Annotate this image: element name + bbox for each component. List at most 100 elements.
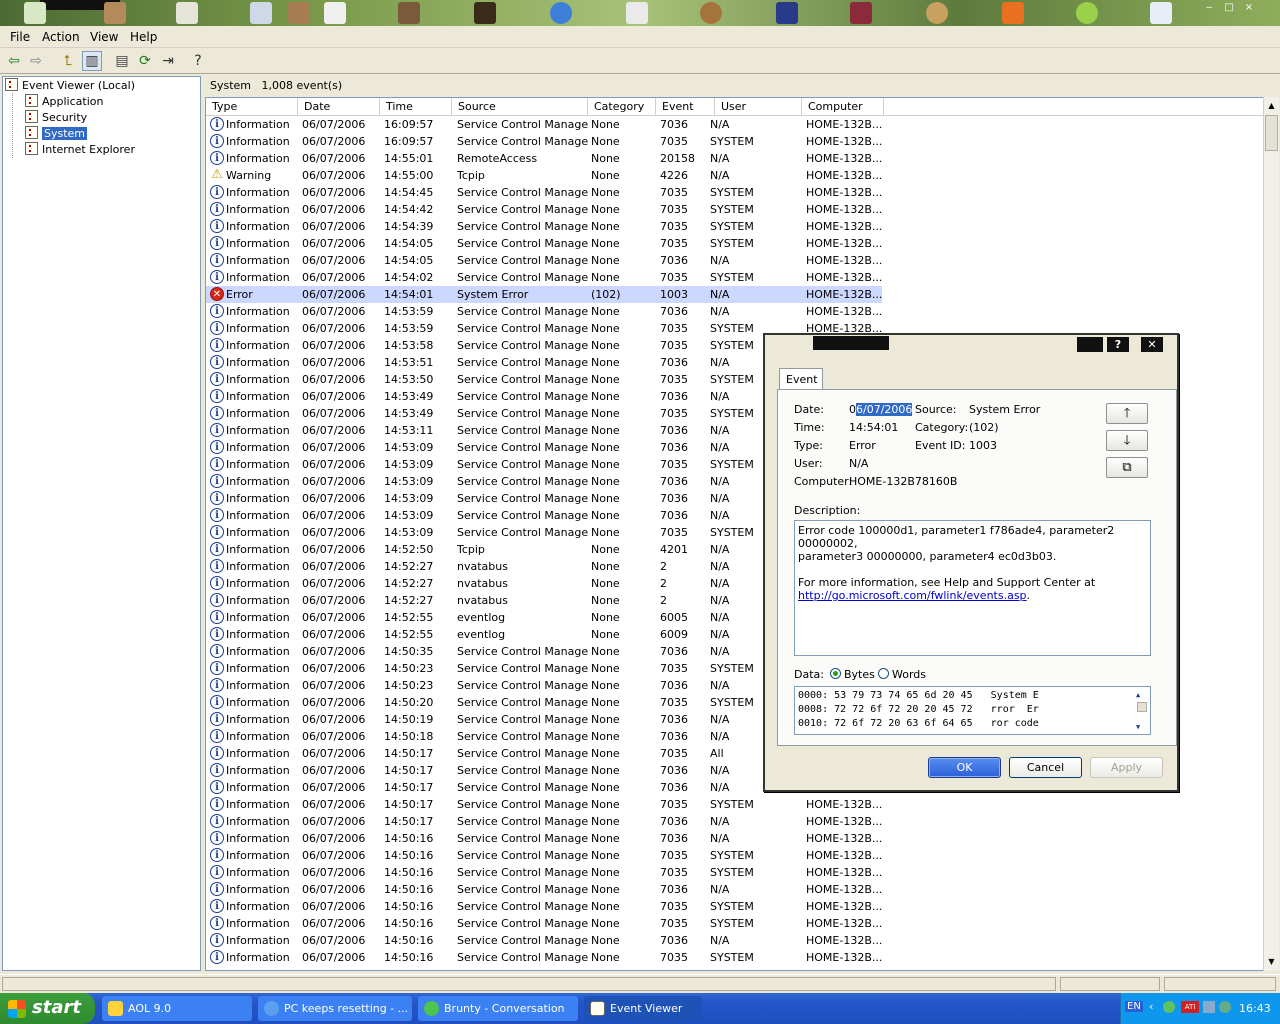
document-icon[interactable] xyxy=(176,2,198,24)
table-row[interactable]: i Information 06/07/2006 14:54:39 Service Co… xyxy=(206,218,1263,235)
vnc-icon[interactable] xyxy=(776,2,798,24)
table-row[interactable]: i Information 06/07/2006 14:54:02 Service Co… xyxy=(206,269,1263,286)
clock[interactable]: 16:43 xyxy=(1239,1002,1271,1015)
tree-root[interactable]: Event Viewer (Local) xyxy=(5,78,135,94)
window-icon[interactable] xyxy=(1150,2,1172,24)
scroll-thumb[interactable] xyxy=(1265,115,1278,151)
desktop-shortcut-icon[interactable] xyxy=(104,2,126,24)
menu-help[interactable]: Help xyxy=(130,30,157,44)
table-row[interactable]: i Information 06/07/2006 16:09:57 Service Co… xyxy=(206,116,1263,133)
table-row[interactable]: i Information 06/07/2006 14:54:42 Service Co… xyxy=(206,201,1263,218)
table-row[interactable]: i Information 06/07/2006 14:50:16 Service Co… xyxy=(206,864,1263,881)
table-row[interactable]: i Information 06/07/2006 14:54:05 Service Co… xyxy=(206,252,1263,269)
table-row[interactable]: i Information 06/07/2006 14:50:16 Service Co… xyxy=(206,847,1263,864)
internet-explorer-icon[interactable] xyxy=(550,2,572,24)
task-conversation[interactable]: Brunty - Conversation xyxy=(418,996,578,1021)
messenger-icon[interactable] xyxy=(1163,1001,1175,1013)
table-row[interactable]: i Information 06/07/2006 14:50:16 Service Co… xyxy=(206,915,1263,932)
minimize-icon[interactable]: ‒ xyxy=(1200,2,1218,14)
table-row[interactable]: i Information 06/07/2006 14:50:16 Service Co… xyxy=(206,932,1263,949)
data-hex-box[interactable]: 0000: 53 79 73 74 65 6d 20 45 System E 00… xyxy=(794,686,1151,735)
event-list-scrollbar[interactable]: ▲ ▼ xyxy=(1263,97,1279,971)
table-row[interactable]: i Information 06/07/2006 14:50:16 Service Co… xyxy=(206,949,1263,966)
column-event[interactable]: Event xyxy=(656,98,715,116)
language-indicator[interactable]: EN xyxy=(1125,1001,1143,1012)
table-row[interactable]: i Information 06/07/2006 14:50:17 Service Co… xyxy=(206,796,1263,813)
game-controller-icon[interactable] xyxy=(250,2,272,24)
column-computer[interactable]: Computer xyxy=(802,98,884,116)
books-icon[interactable] xyxy=(850,2,872,24)
game-icon[interactable] xyxy=(474,2,496,24)
scroll-thumb[interactable] xyxy=(1137,702,1147,712)
ati-icon[interactable]: ATI xyxy=(1181,1001,1199,1013)
menu-file[interactable]: File xyxy=(10,30,30,44)
menu-action[interactable]: Action xyxy=(42,30,80,44)
table-row[interactable]: i Information 06/07/2006 14:50:16 Service Co… xyxy=(206,881,1263,898)
scroll-down-icon[interactable]: ▼ xyxy=(1136,720,1140,734)
column-time[interactable]: Time xyxy=(380,98,452,116)
column-type[interactable]: Type xyxy=(206,98,298,116)
table-row[interactable]: i Information 06/07/2006 14:50:16 Service Co… xyxy=(206,898,1263,915)
task-aol[interactable]: AOL 9.0 xyxy=(102,996,252,1021)
character-icon[interactable] xyxy=(926,2,948,24)
table-row[interactable]: i Information 06/07/2006 14:54:45 Service Co… xyxy=(206,184,1263,201)
telescope-icon[interactable] xyxy=(324,2,346,24)
chevron-left-icon[interactable]: ‹ xyxy=(1149,1000,1153,1013)
close-icon[interactable]: × xyxy=(1240,2,1258,14)
task-event-viewer[interactable]: Event Viewer xyxy=(584,996,702,1021)
table-row[interactable]: i Information 06/07/2006 14:53:59 Service Co… xyxy=(206,303,1263,320)
menu-view[interactable]: View xyxy=(90,30,118,44)
properties-icon[interactable]: ▤ xyxy=(112,51,132,71)
tree-item-security[interactable]: Security xyxy=(25,110,87,126)
hex-scrollbar[interactable]: ▲ ▼ xyxy=(1136,688,1149,733)
export-list-icon[interactable]: ⇥ xyxy=(158,51,178,71)
app-icon[interactable] xyxy=(1076,2,1098,24)
refresh-icon[interactable]: ⟳ xyxy=(135,51,155,71)
bytes-radio[interactable]: Bytes xyxy=(830,668,875,681)
previous-event-button[interactable]: 🡑 xyxy=(1106,403,1148,424)
tree-item-application[interactable]: Application xyxy=(25,94,103,110)
show-hide-tree-icon[interactable]: ▥ xyxy=(82,51,102,71)
close-icon[interactable]: ✕ xyxy=(1141,337,1163,352)
tab-event[interactable]: Event xyxy=(779,368,823,390)
date-value[interactable]: 06/07/2006 xyxy=(849,403,913,416)
column-date[interactable]: Date xyxy=(298,98,380,116)
app-icon[interactable] xyxy=(1002,2,1024,24)
apply-button[interactable]: Apply xyxy=(1090,757,1163,778)
table-row[interactable]: ✕ Error 06/07/2006 14:54:01 System Error (102… xyxy=(206,286,882,303)
column-category[interactable]: Category xyxy=(588,98,656,116)
help-icon[interactable]: ? xyxy=(188,51,208,71)
clock-icon[interactable] xyxy=(700,2,722,24)
scroll-down-icon[interactable]: ▼ xyxy=(1264,954,1279,969)
back-arrow-icon[interactable]: ⇦ xyxy=(4,51,24,71)
task-browser[interactable]: PC keeps resetting - ... xyxy=(258,996,412,1021)
start-button[interactable]: start xyxy=(0,993,95,1024)
help-icon[interactable]: ? xyxy=(1107,337,1129,352)
cancel-button[interactable]: Cancel xyxy=(1009,757,1082,778)
document-icon[interactable] xyxy=(626,2,648,24)
forward-arrow-icon[interactable]: ⇨ xyxy=(26,51,46,71)
column-user[interactable]: User xyxy=(715,98,802,116)
table-row[interactable]: i Information 06/07/2006 16:09:57 Service Co… xyxy=(206,133,1263,150)
words-radio[interactable]: Words xyxy=(878,668,926,681)
maximize-icon[interactable]: □ xyxy=(1220,2,1238,14)
table-row[interactable]: i Information 06/07/2006 14:55:01 RemoteAcce… xyxy=(206,150,1263,167)
table-row[interactable]: ⚠ Warning 06/07/2006 14:55:00 Tcpip None 4226 N… xyxy=(206,167,1263,184)
help-link[interactable]: http://go.microsoft.com/fwlink/events.as… xyxy=(798,589,1027,602)
network-icon[interactable] xyxy=(1203,1001,1215,1013)
copy-event-button[interactable]: ⧉ xyxy=(1106,457,1148,478)
tree-item-internet-explorer[interactable]: Internet Explorer xyxy=(25,142,135,158)
game-icon[interactable] xyxy=(398,2,420,24)
column-source[interactable]: Source xyxy=(452,98,588,116)
tree-item-system[interactable]: System xyxy=(25,126,88,142)
description-box[interactable]: Error code 100000d1, parameter1 f786ade4… xyxy=(794,520,1151,656)
table-row[interactable]: i Information 06/07/2006 14:54:05 Service Co… xyxy=(206,235,1263,252)
table-row[interactable]: i Information 06/07/2006 14:50:17 Service Co… xyxy=(206,813,1263,830)
recycle-bin-icon[interactable] xyxy=(24,2,46,24)
table-row[interactable]: i Information 06/07/2006 14:50:16 Service Co… xyxy=(206,830,1263,847)
ok-button[interactable]: OK xyxy=(928,757,1001,778)
scroll-up-icon[interactable]: ▲ xyxy=(1136,688,1140,702)
tray-app-icon[interactable] xyxy=(1219,1001,1231,1013)
up-folder-icon[interactable]: ⮤ xyxy=(58,51,78,71)
desktop-shortcut-icon[interactable] xyxy=(288,2,310,24)
